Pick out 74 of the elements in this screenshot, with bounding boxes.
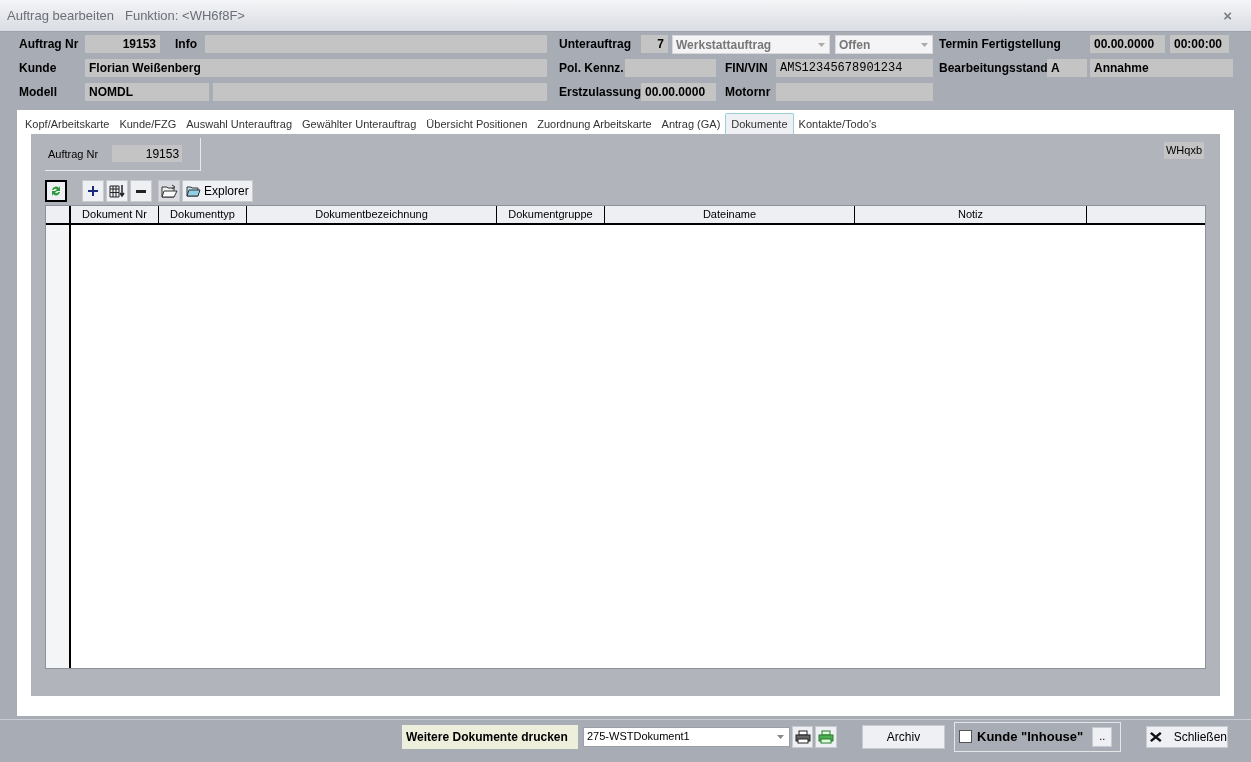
column-header[interactable]: Dokumenttyp: [159, 206, 247, 223]
tab[interactable]: Auswahl Unterauftrag: [181, 114, 297, 134]
tab[interactable]: Kunde/FZG: [114, 114, 182, 134]
column-header[interactable]: Dokumentgruppe: [497, 206, 605, 223]
close-icon: [1150, 730, 1162, 743]
field-label: Erstzulassung: [559, 84, 641, 101]
print-preview-button[interactable]: [815, 725, 837, 748]
field-label: Termin Fertigstellung: [939, 36, 1062, 53]
text-field[interactable]: AMS12345678901234: [776, 59, 933, 77]
dropdown-arrow-icon: [818, 42, 825, 47]
text-field[interactable]: [776, 83, 933, 101]
archive-button[interactable]: Archiv: [862, 724, 945, 749]
text-field[interactable]: [625, 59, 716, 77]
tab[interactable]: Gewählter Unterauftrag: [297, 114, 422, 134]
text-field[interactable]: Florian Weißenberg: [85, 59, 547, 77]
text-field[interactable]: Annahme: [1090, 59, 1233, 77]
refresh-icon: [50, 184, 62, 198]
field-label: FIN/VIN: [725, 60, 769, 77]
sort-button[interactable]: [106, 180, 128, 202]
field-label: Info: [175, 36, 198, 53]
printer-icon: [818, 729, 834, 744]
printer-icon: [794, 729, 811, 744]
column-header[interactable]: Dateiname: [605, 206, 855, 223]
tab[interactable]: Zuordnung Arbeitskarte: [532, 114, 657, 134]
minus-icon: [136, 189, 146, 193]
tab[interactable]: Dokumente: [725, 113, 794, 135]
text-field[interactable]: 7: [641, 35, 668, 53]
more-button[interactable]: ..: [1092, 726, 1113, 747]
folder-icon: [160, 184, 178, 198]
text-field[interactable]: 19153: [85, 35, 160, 53]
tab[interactable]: Kontakte/Todo's: [793, 114, 882, 134]
close-button[interactable]: Schließen: [1146, 725, 1228, 748]
field-label: Modell: [19, 84, 58, 101]
text-field[interactable]: [213, 83, 547, 101]
explorer-button[interactable]: Explorer: [182, 180, 253, 202]
field-label: Kunde: [19, 60, 58, 77]
grid-arrows-icon: [109, 183, 125, 199]
column-header[interactable]: Dokument Nr: [71, 206, 159, 223]
text-field[interactable]: 00:00:00: [1170, 35, 1229, 53]
window-title: Auftrag bearbeiten: [7, 6, 114, 25]
dropdown-arrow-icon: [921, 42, 928, 47]
plus-icon: [88, 186, 98, 196]
field-label: Bearbeitungsstand: [939, 60, 1047, 77]
inhouse-label: Kunde "Inhouse": [977, 727, 1084, 746]
text-field[interactable]: A: [1047, 59, 1087, 77]
text-field[interactable]: 00.00.0000: [1090, 35, 1165, 53]
field-label: Auftrag Nr: [19, 36, 80, 53]
tab[interactable]: Übersicht Positionen: [421, 114, 533, 134]
column-header[interactable]: Dokumentbezeichnung: [247, 206, 497, 223]
window-function: Funktion: <WH6f8F>: [124, 6, 245, 25]
field-label: Motornr: [725, 84, 772, 101]
field-label: Pol. Kennz.: [559, 60, 625, 77]
tab[interactable]: Kopf/Arbeitskarte: [20, 114, 115, 134]
add-button[interactable]: [82, 180, 104, 202]
field-label: Unterauftrag: [559, 36, 632, 53]
folder-icon: [186, 185, 201, 197]
text-field[interactable]: 00.00.0000: [641, 83, 716, 101]
template-dropdown[interactable]: 275-WSTDokument1: [583, 726, 790, 747]
print-label: Weitere Dokumente drucken: [402, 724, 578, 749]
column-header[interactable]: Notiz: [855, 206, 1087, 223]
dropdown[interactable]: Offen: [835, 35, 933, 54]
inhouse-checkbox[interactable]: [959, 730, 972, 743]
tab[interactable]: Antrag (GA): [656, 114, 726, 134]
order-label: Auftrag Nr: [48, 147, 99, 162]
dropdown-arrow-icon: [777, 734, 784, 739]
refresh-button[interactable]: [45, 180, 67, 202]
order-field: 19153: [112, 145, 183, 162]
open-button[interactable]: [158, 180, 180, 202]
text-field[interactable]: [205, 35, 547, 53]
text-field[interactable]: NOMDL: [85, 83, 209, 101]
code-label: WHqxb: [1163, 142, 1204, 159]
print-button[interactable]: [792, 725, 813, 748]
remove-button[interactable]: [130, 180, 152, 202]
dropdown[interactable]: Werkstattauftrag: [672, 35, 830, 54]
